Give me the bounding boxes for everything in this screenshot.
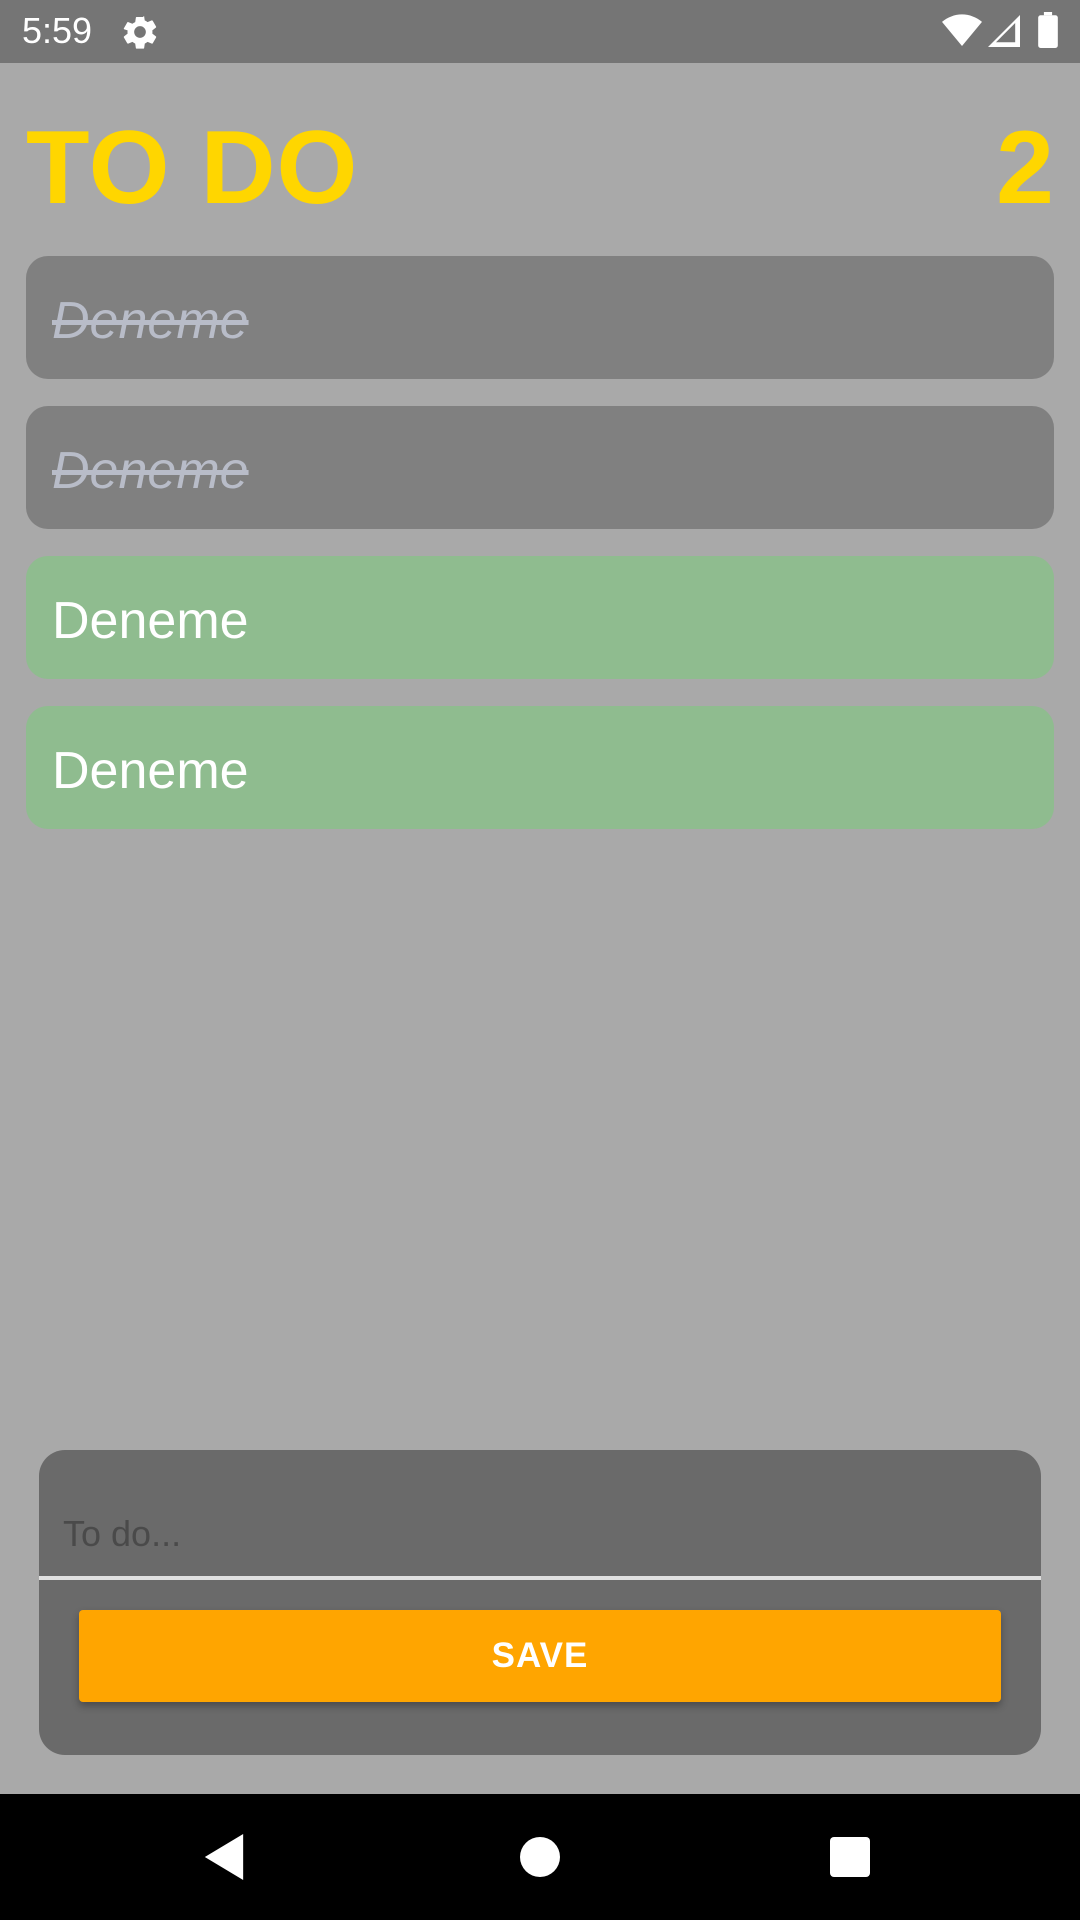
- todo-app: TO DO 2 Deneme Deneme Deneme Deneme SAVE: [0, 63, 1080, 1794]
- save-button[interactable]: SAVE: [79, 1610, 1001, 1702]
- todo-item-done[interactable]: Deneme: [26, 256, 1054, 379]
- todo-input[interactable]: [39, 1450, 1041, 1580]
- todo-item-done[interactable]: Deneme: [26, 406, 1054, 529]
- home-icon[interactable]: [520, 1837, 560, 1877]
- todo-item-active[interactable]: Deneme: [26, 706, 1054, 829]
- page-title: TO DO: [26, 110, 359, 226]
- todo-count: 2: [996, 110, 1054, 226]
- wifi-icon: [942, 14, 982, 47]
- todo-list: Deneme Deneme Deneme Deneme: [26, 256, 1054, 856]
- status-bar: 5:59: [0, 0, 1080, 63]
- signal-icon: [988, 15, 1020, 47]
- gear-icon: [123, 16, 157, 49]
- battery-icon: [1038, 12, 1058, 48]
- recents-icon[interactable]: [830, 1837, 870, 1877]
- todo-item-active[interactable]: Deneme: [26, 556, 1054, 679]
- navigation-bar: [0, 1794, 1080, 1920]
- todo-item-text: Deneme: [52, 592, 249, 650]
- todo-item-text: Deneme: [52, 442, 249, 500]
- new-todo-panel: SAVE: [39, 1450, 1041, 1755]
- status-time: 5:59: [22, 10, 93, 51]
- todo-item-text: Deneme: [52, 742, 249, 800]
- todo-item-text: Deneme: [52, 292, 249, 350]
- back-icon[interactable]: [204, 1834, 244, 1880]
